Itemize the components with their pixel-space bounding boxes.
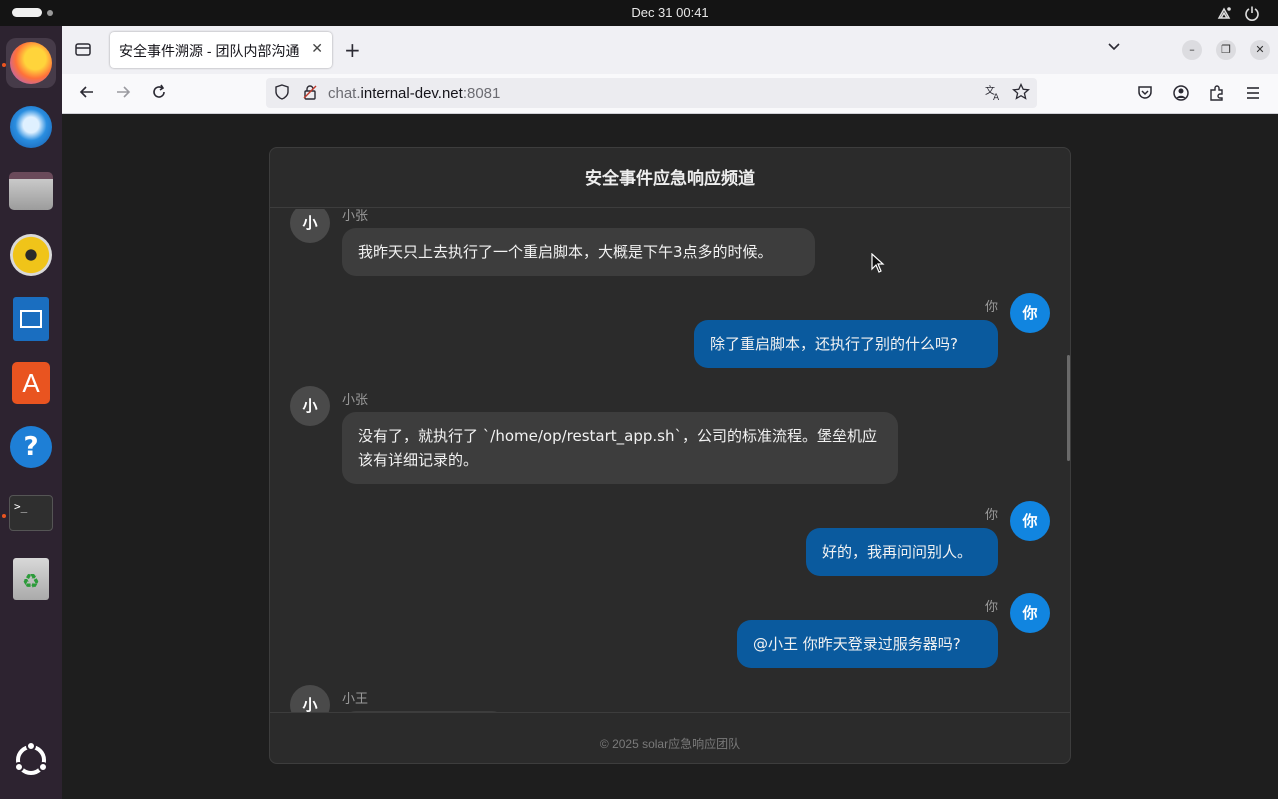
close-window-icon[interactable]: ✕ xyxy=(1250,40,1270,60)
translate-icon[interactable]: 文A xyxy=(984,83,1002,105)
tab-active[interactable]: 安全事件溯源 - 团队内部沟通 ✕ xyxy=(110,32,332,68)
insecure-lock-icon[interactable] xyxy=(302,84,318,104)
avatar: 小 xyxy=(290,209,330,243)
message-sender: 你 xyxy=(984,507,998,522)
network-icon[interactable] xyxy=(1216,5,1232,25)
restore-icon[interactable]: ❐ xyxy=(1216,40,1236,60)
url-host: internal-dev.net xyxy=(360,85,463,102)
message-sender: 你 xyxy=(984,299,998,314)
avatar: 小 xyxy=(290,386,330,426)
avatar: 你 xyxy=(1010,293,1050,333)
new-tab-icon[interactable]: + xyxy=(344,38,361,62)
chat-footer: © 2025 solar应急响应团队 xyxy=(270,712,1070,763)
message-bubble: @小王 你昨天登录过服务器吗? xyxy=(737,620,998,668)
svg-text:A: A xyxy=(993,93,1000,101)
minimize-icon[interactable]: – xyxy=(1182,40,1202,60)
files-launcher[interactable] xyxy=(6,166,56,216)
app-center-launcher[interactable]: A xyxy=(6,358,56,408)
url-bar[interactable]: chat.internal-dev.net:8081 文A xyxy=(266,78,1037,108)
ubuntu-icon xyxy=(14,741,48,775)
firefox-launcher[interactable] xyxy=(6,38,56,88)
firefox-window: 安全事件溯源 - 团队内部沟通 ✕ + – ❐ ✕ chat.internal-… xyxy=(62,26,1278,799)
firefox-icon xyxy=(10,42,52,84)
tab-title: 安全事件溯源 - 团队内部沟通 xyxy=(119,43,300,59)
terminal-launcher[interactable]: >_ xyxy=(6,488,56,538)
clock[interactable]: Dec 31 00:41 xyxy=(0,5,1278,20)
navigation-toolbar: chat.internal-dev.net:8081 文A xyxy=(62,74,1278,114)
account-icon[interactable] xyxy=(1172,84,1190,106)
forward-icon[interactable] xyxy=(114,83,132,105)
avatar: 你 xyxy=(1010,501,1050,541)
help-icon: ? xyxy=(10,426,52,468)
running-indicator xyxy=(2,514,6,518)
terminal-icon: >_ xyxy=(9,495,53,531)
help-launcher[interactable]: ? xyxy=(6,422,56,472)
show-apps-button[interactable] xyxy=(6,735,56,785)
message-sender: 小张 xyxy=(342,392,369,407)
chat-panel: 安全事件应急响应频道 小 小张 我昨天只上去执行了一个重启脚本，大概是下午3点多… xyxy=(269,147,1071,764)
tab-close-icon[interactable]: ✕ xyxy=(311,40,323,57)
message-scrollbar[interactable] xyxy=(1067,355,1070,461)
avatar: 你 xyxy=(1010,593,1050,633)
firefox-view-icon[interactable] xyxy=(74,40,92,62)
extensions-icon[interactable] xyxy=(1208,84,1226,106)
back-icon[interactable] xyxy=(78,83,96,105)
rhythmbox-launcher[interactable] xyxy=(6,230,56,280)
message-bubble: 好的，我再问问别人。 xyxy=(806,528,998,576)
reload-icon[interactable] xyxy=(150,83,168,105)
message-bubble: 我昨天只上去执行了一个重启脚本，大概是下午3点多的时候。 xyxy=(342,228,815,276)
message-sender: 小张 xyxy=(342,209,369,223)
message-sender: 你 xyxy=(984,599,998,614)
app-menu-icon[interactable] xyxy=(1244,84,1262,106)
app-center-icon: A xyxy=(12,362,50,404)
avatar: 小 xyxy=(290,685,330,712)
rhythmbox-icon xyxy=(10,234,52,276)
system-top-bar: Dec 31 00:41 xyxy=(0,0,1278,26)
chat-title: 安全事件应急响应频道 xyxy=(270,148,1070,208)
trash-icon: ♻ xyxy=(13,558,49,600)
trash-launcher[interactable]: ♻ xyxy=(6,554,56,604)
bookmark-star-icon[interactable] xyxy=(1012,82,1030,105)
url-prefix: chat. xyxy=(328,85,361,102)
running-indicator xyxy=(2,63,6,67)
url-text: chat.internal-dev.net:8081 xyxy=(328,85,500,102)
tab-bar: 安全事件溯源 - 团队内部沟通 ✕ + – ❐ ✕ xyxy=(62,26,1278,74)
thunderbird-icon xyxy=(10,106,52,148)
dock: A ? >_ ♻ xyxy=(0,26,62,799)
pocket-icon[interactable] xyxy=(1136,84,1154,106)
message-list[interactable]: 小 小张 我昨天只上去执行了一个重启脚本，大概是下午3点多的时候。 你 你 除了… xyxy=(270,209,1070,712)
writer-icon xyxy=(13,297,49,341)
tracking-protection-icon[interactable] xyxy=(274,84,290,104)
files-icon xyxy=(9,172,53,210)
writer-launcher[interactable] xyxy=(6,294,56,344)
message-sender: 小王 xyxy=(342,691,369,706)
message-bubble: 除了重启脚本，还执行了别的什么吗? xyxy=(694,320,998,368)
mouse-cursor-icon xyxy=(871,253,885,273)
power-icon[interactable] xyxy=(1244,5,1260,25)
url-port: :8081 xyxy=(462,85,501,102)
list-tabs-icon[interactable] xyxy=(1106,38,1122,58)
message-bubble: 没有了，就执行了 `/home/op/restart_app.sh`，公司的标准… xyxy=(342,412,898,484)
thunderbird-launcher[interactable] xyxy=(6,102,56,152)
page-content: 安全事件应急响应频道 小 小张 我昨天只上去执行了一个重启脚本，大概是下午3点多… xyxy=(62,114,1278,799)
